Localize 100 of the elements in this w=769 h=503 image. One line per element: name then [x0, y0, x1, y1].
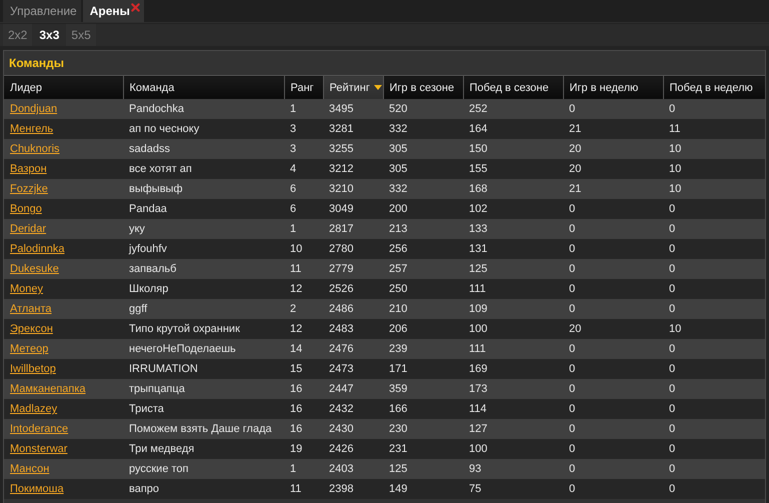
table-cell: 520 [383, 99, 463, 119]
table-cell: 3495 [323, 99, 383, 119]
leader-link[interactable]: Fozzjke [10, 183, 48, 195]
table-cell: 11 [284, 259, 323, 279]
table-cell: 213 [383, 219, 463, 239]
table-cell: 149 [383, 479, 463, 499]
table-cell: 10 [663, 319, 765, 339]
table-cell: 19 [284, 439, 323, 459]
leader-link[interactable]: Метеор [10, 343, 48, 355]
table-cell: 0 [563, 439, 663, 459]
table-cell: 2473 [323, 359, 383, 379]
table-cell: 0 [563, 219, 663, 239]
leader-link[interactable]: Bongo [10, 203, 42, 215]
table-cell: 164 [463, 119, 563, 139]
table-cell: 0 [563, 359, 663, 379]
table-cell: 0 [663, 439, 765, 459]
table-cell: 2817 [323, 219, 383, 239]
tab[interactable]: 2x2 [3, 24, 32, 46]
table-cell: 166 [383, 399, 463, 419]
table-cell: 257 [383, 259, 463, 279]
table-cell: 2486 [323, 299, 383, 319]
table-cell: 2430 [323, 419, 383, 439]
table-cell: 250 [383, 279, 463, 299]
table-cell: 150 [463, 139, 563, 159]
table-cell: 127 [463, 419, 563, 439]
table-cell: 16 [284, 419, 323, 439]
table-cell: Три медведя [123, 439, 284, 459]
leader-link[interactable]: Вазрон [10, 163, 47, 175]
table-cell: IRRUMATION [123, 359, 284, 379]
table-cell: 114 [463, 399, 563, 419]
table-cell: 210 [383, 299, 463, 319]
table-cell: 0 [563, 199, 663, 219]
table-cell: 12 [284, 319, 323, 339]
table-cell: 93 [463, 459, 563, 479]
table-cell: 11 [284, 479, 323, 499]
column-header[interactable]: Рейтинг [323, 76, 383, 99]
table-cell: 20 [563, 139, 663, 159]
table-cell: sadadss [123, 139, 284, 159]
table-cell: 1 [284, 219, 323, 239]
table-cell: 0 [563, 259, 663, 279]
table-cell: 102 [463, 199, 563, 219]
table-cell: 10 [663, 159, 765, 179]
table-cell: 1 [284, 99, 323, 119]
table-cell: 100 [463, 439, 563, 459]
table-cell: 2398 [323, 479, 383, 499]
table-cell: 0 [663, 259, 765, 279]
column-header[interactable]: Игр в сезоне [383, 76, 463, 99]
table-cell: Триста [123, 399, 284, 419]
table-cell: запвальб [123, 259, 284, 279]
table-cell: Pandaa [123, 199, 284, 219]
table-cell: 3210 [323, 179, 383, 199]
table-cell: 100 [463, 319, 563, 339]
leader-link[interactable]: Money [10, 283, 44, 295]
table-cell: 3281 [323, 119, 383, 139]
table-cell: jyfouhfv [123, 239, 284, 259]
column-header[interactable]: Лидер [4, 76, 123, 99]
table-cell: 171 [383, 359, 463, 379]
column-header[interactable]: Побед в сезоне [463, 76, 563, 99]
table-cell: 15 [284, 359, 323, 379]
table-cell: русские топ [123, 459, 284, 479]
sort-down-icon [374, 85, 382, 90]
table-cell: 0 [563, 379, 663, 399]
leader-link[interactable]: Deridar [10, 223, 46, 235]
table-cell: 252 [463, 99, 563, 119]
table-cell: 21 [563, 119, 663, 139]
table-cell: нечегоНеПоделаешь [123, 339, 284, 359]
table-cell: 0 [663, 279, 765, 299]
table-cell: 239 [383, 339, 463, 359]
table-cell: 332 [383, 119, 463, 139]
column-header[interactable]: Игр в неделю [563, 76, 663, 99]
table-cell: 0 [563, 399, 663, 419]
table-cell: 10 [663, 179, 765, 199]
table-cell: 0 [563, 239, 663, 259]
table-cell: 231 [383, 439, 463, 459]
tab[interactable]: Управление [3, 0, 81, 22]
table-cell: 2483 [323, 319, 383, 339]
table-cell: 0 [663, 359, 765, 379]
table-cell: ап по чесноку [123, 119, 284, 139]
tab[interactable]: 5x5 [66, 24, 96, 46]
table-cell: трыпцапца [123, 379, 284, 399]
table-cell: ggff [123, 299, 284, 319]
panel-title: Команды [8, 55, 66, 72]
tab[interactable]: Арены [82, 0, 144, 22]
table-cell: 3212 [323, 159, 383, 179]
table-cell: 21 [563, 179, 663, 199]
table-cell: 4 [284, 159, 323, 179]
table-cell: 2426 [323, 439, 383, 459]
table-cell: 173 [463, 379, 563, 399]
table-cell: 1 [284, 459, 323, 479]
column-header[interactable]: Команда [123, 76, 284, 99]
table-cell: 230 [383, 419, 463, 439]
leader-link[interactable]: Мансон [10, 463, 50, 475]
table-cell: 14 [284, 339, 323, 359]
table-cell: 11 [663, 119, 765, 139]
table-cell: 0 [663, 99, 765, 119]
table-cell: 2 [284, 299, 323, 319]
close-icon[interactable] [130, 3, 140, 12]
column-header[interactable]: Ранг [284, 76, 323, 99]
column-header[interactable]: Побед в неделю [663, 76, 765, 99]
table-cell: 0 [663, 199, 765, 219]
